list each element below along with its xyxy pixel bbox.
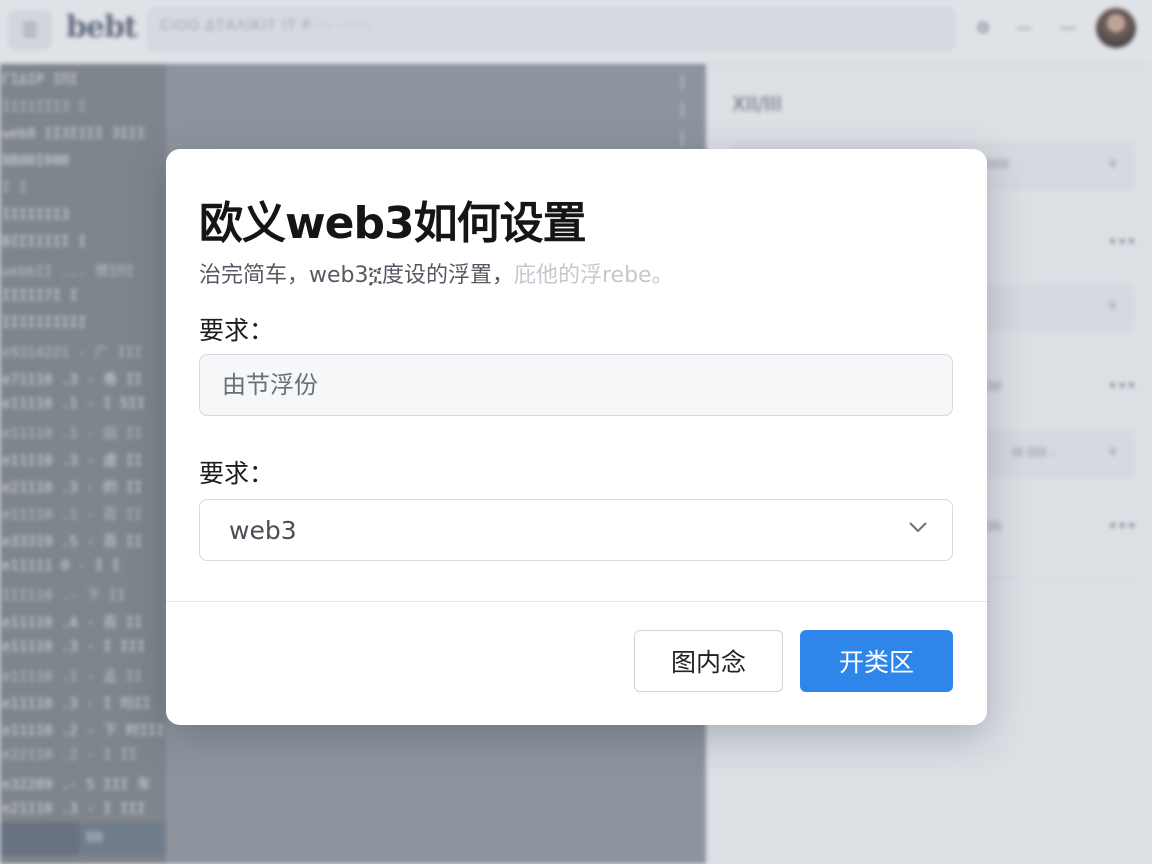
dialog-subtitle-text: 治完简车，web3ኟ度设的浮置，	[199, 263, 514, 288]
settings-dialog: 欧义web3如何设置 治完简车，web3ኟ度设的浮置，庇他的浮rebe。 要求：…	[166, 149, 987, 725]
field-label-requirement: 要求：	[199, 316, 275, 345]
dialog-title: 欧义web3如何设置	[199, 198, 587, 249]
dialog-footer-divider	[166, 601, 987, 602]
confirm-button[interactable]: 开类区	[800, 630, 953, 692]
requirement-input[interactable]	[199, 354, 953, 416]
network-select[interactable]: web3	[199, 499, 953, 561]
network-select-value: web3	[229, 516, 297, 545]
dialog-subtitle: 治完简车，web3ኟ度设的浮置，庇他的浮rebe。	[199, 257, 674, 289]
chevron-down-icon	[909, 522, 927, 533]
cancel-button[interactable]: 图内念	[634, 630, 783, 692]
dialog-subtitle-faded: 庇他的浮rebe。	[514, 263, 674, 288]
field-label-network: 要求：	[199, 459, 275, 488]
